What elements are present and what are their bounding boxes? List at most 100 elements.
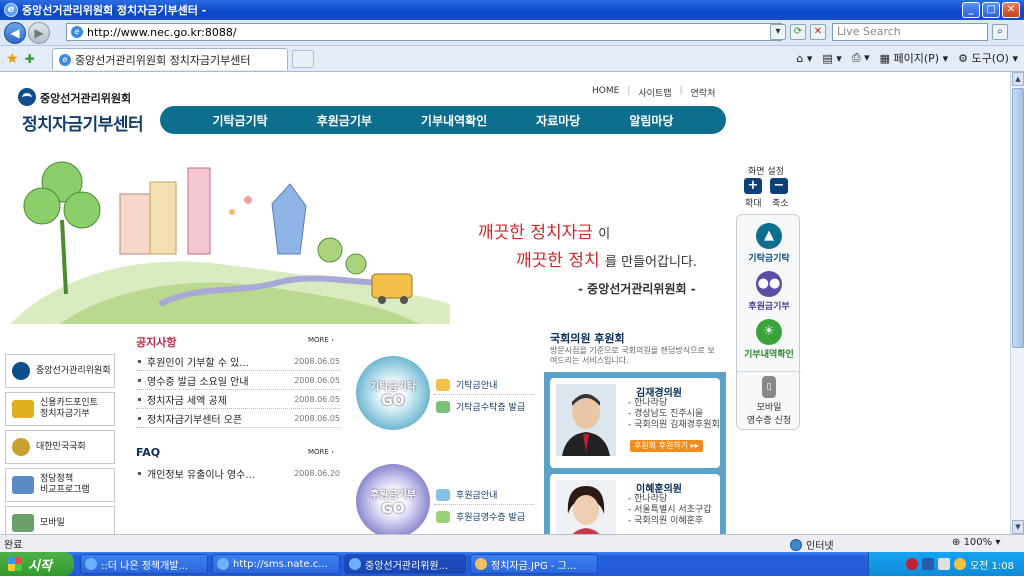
url-field[interactable]: e http://www.nec.go.kr:8088/: [66, 23, 782, 41]
support-info-link[interactable]: 후원금안내: [436, 488, 497, 501]
quick-history[interactable]: ☀ 기부내역확인: [737, 319, 801, 360]
side-menu: 중앙선거관리위원회 신용카드포인트 정치자금기부 대한민국국회 정당정책 비교프로그…: [5, 354, 115, 534]
ie-logo-icon: e: [4, 3, 18, 17]
start-button[interactable]: 시작: [0, 552, 74, 576]
faq-more-link[interactable]: MORE ›: [308, 448, 334, 456]
language-icon[interactable]: [921, 558, 934, 570]
favorites-star-icon[interactable]: ★: [6, 51, 19, 67]
search-input[interactable]: Live Search: [832, 23, 988, 41]
member-card[interactable]: 김재경의원 한나라당 경상남도 진주시을 국회의원 김재경후원회 후원회 후원하…: [550, 378, 720, 468]
faq-list: 개인정보 유출이나 영수... 2008.06.20: [136, 464, 340, 483]
screen-setting-label: 화면 설정: [748, 167, 784, 177]
new-tab-button[interactable]: [292, 50, 314, 68]
close-button[interactable]: ✕: [1002, 2, 1020, 18]
zoom-out-button[interactable]: −: [770, 178, 788, 194]
deposit-receipt-link[interactable]: 기탁금수탁증 발급: [436, 400, 525, 413]
side-item-nec[interactable]: 중앙선거관리위원회: [5, 354, 115, 388]
vertical-scrollbar[interactable]: ▲ ▼: [1010, 72, 1024, 534]
home-link[interactable]: HOME: [592, 86, 619, 99]
maximize-button[interactable]: □: [982, 2, 1000, 18]
url-dropdown-button[interactable]: ▾: [770, 24, 786, 40]
nav-support[interactable]: 후원금기부: [317, 112, 372, 129]
zoom-level[interactable]: ⊕ 100% ▾: [952, 537, 1000, 548]
sitemap-link[interactable]: 사이트맵: [638, 86, 671, 99]
member-photo: [556, 384, 616, 456]
nec-logo-icon: [18, 88, 36, 106]
forward-button[interactable]: ▶: [28, 21, 50, 44]
side-item-card-point[interactable]: 신용카드포인트 정치자금기부: [5, 392, 115, 426]
hero-banner: [0, 154, 730, 324]
member-name: 이혜훈의원: [636, 484, 682, 495]
list-item[interactable]: 개인정보 유출이나 영수... 2008.06.20: [136, 464, 340, 483]
messenger-icon[interactable]: [953, 558, 966, 570]
scroll-down-icon[interactable]: ▼: [1012, 520, 1024, 534]
top-links: HOME | 사이트맵 | 연락처: [592, 86, 715, 99]
card-icon: [12, 400, 34, 418]
zoom-out-label: 축소: [772, 199, 789, 209]
divider: [434, 394, 534, 395]
document-icon: [12, 476, 34, 494]
refresh-button[interactable]: ⟳: [790, 24, 806, 40]
mobile-icon: ▯: [762, 376, 776, 398]
member-card[interactable]: 이혜훈의원 한나라당 서울특별시 서초구갑 국회의원 이혜훈후: [550, 474, 720, 534]
nav-notices[interactable]: 알림마당: [629, 112, 673, 129]
side-item-mobile[interactable]: 모바일: [5, 506, 115, 534]
notice-list: 후원인이 기부할 수 있... 2008.06.05 영수증 발급 소요일 안내 2…: [136, 352, 340, 428]
page-menu[interactable]: ▦ 페이지(P) ▾: [880, 50, 949, 66]
deposit-go-button[interactable]: 기탁금기탁 GO: [356, 356, 430, 430]
contact-link[interactable]: 연락처: [691, 86, 716, 99]
window-title: 중앙선거관리위원회 정치자금기부센터 -: [22, 4, 207, 17]
stop-button[interactable]: ✕: [810, 24, 826, 40]
deposit-info-link[interactable]: 기탁금안내: [436, 378, 497, 391]
ie-icon: [349, 558, 361, 570]
members-title: 국회의원 후원회: [550, 332, 625, 345]
nav-deposit[interactable]: 기탁금기탁: [213, 112, 268, 129]
support-receipt-link[interactable]: 후원금영수증 발급: [436, 510, 525, 523]
search-icon[interactable]: ⌕: [992, 24, 1008, 40]
scroll-up-icon[interactable]: ▲: [1012, 72, 1024, 86]
members-desc: 방문시점을 기준으로 국회의원을 랜덤방식으로 보여드리는 서비스입니다.: [550, 346, 715, 365]
list-item[interactable]: 후원인이 기부할 수 있... 2008.06.05: [136, 352, 340, 371]
side-item-assembly[interactable]: 대한민국국회: [5, 430, 115, 464]
home-icon[interactable]: ⌂ ▾: [796, 52, 812, 65]
feeds-icon[interactable]: ▤ ▾: [822, 52, 841, 65]
deposit-icon: ▲: [756, 223, 782, 249]
back-button[interactable]: ◀: [4, 21, 26, 44]
slogan-line-2: 깨끗한 정치 를 만들어갑니다.: [516, 251, 698, 271]
taskbar-item[interactable]: 정치자금.JPG - 그...: [470, 554, 598, 574]
taskbar-item-active[interactable]: 중앙선거관리위원...: [344, 554, 466, 574]
slogan-line-1: 깨끗한 정치자금 이: [478, 223, 611, 243]
taskbar-item[interactable]: http://sms.nate.c...: [212, 554, 340, 574]
minimize-button[interactable]: _: [962, 2, 980, 18]
side-item-policy[interactable]: 정당정책 비교프로그램: [5, 468, 115, 502]
list-item[interactable]: 정치자금 세액 공제 2008.06.05: [136, 390, 340, 409]
support-member-button[interactable]: 후원회 후원하기 ▸▸: [630, 440, 703, 452]
system-tray: 오전 1:08: [868, 552, 1024, 576]
faq-title: FAQ: [136, 446, 161, 459]
ime-icon[interactable]: [905, 558, 918, 570]
add-favorite-icon[interactable]: ✚: [25, 52, 35, 66]
browser-tab[interactable]: e 중앙선거관리위원회 정치자금기부센터: [52, 48, 288, 70]
quick-support[interactable]: ●● 후원금기부: [737, 271, 801, 312]
list-item[interactable]: 영수증 발급 소요일 안내 2008.06.05: [136, 371, 340, 390]
zoom-in-button[interactable]: +: [744, 178, 762, 194]
taskbar-item[interactable]: ::더 나은 정책개발...: [80, 554, 208, 574]
list-item[interactable]: 정치자금기부센터 오픈 2008.06.05: [136, 409, 340, 428]
taskbar: 시작 ::더 나은 정책개발... http://sms.nate.c... 중…: [0, 552, 1024, 576]
member-info: 한나라당 서울특별시 서초구갑 국회의원 이혜훈후: [628, 494, 711, 527]
support-go-button[interactable]: 후원금기부 GO: [356, 464, 430, 534]
clock: 오전 1:08: [969, 560, 1014, 572]
tray-icon[interactable]: [937, 558, 950, 570]
quick-deposit[interactable]: ▲ 기탁금기탁: [737, 223, 801, 264]
people-icon: ●●: [756, 271, 782, 297]
notice-more-link[interactable]: MORE ›: [308, 336, 334, 344]
print-icon[interactable]: ⎙ ▾: [852, 51, 870, 65]
nav-history[interactable]: 기부내역확인: [421, 112, 487, 129]
scroll-thumb[interactable]: [1012, 88, 1024, 348]
quick-mobile-receipt[interactable]: ▯ 모바일 영수증 신청: [737, 371, 801, 426]
org-name: 중앙선거관리위원회: [40, 92, 132, 105]
security-zone: 인터넷: [790, 537, 834, 552]
tools-menu[interactable]: ⚙ 도구(O) ▾: [958, 50, 1018, 66]
window-titlebar: e 중앙선거관리위원회 정치자금기부센터 - _ □ ✕: [0, 0, 1024, 20]
nav-resources[interactable]: 자료마당: [536, 112, 580, 129]
